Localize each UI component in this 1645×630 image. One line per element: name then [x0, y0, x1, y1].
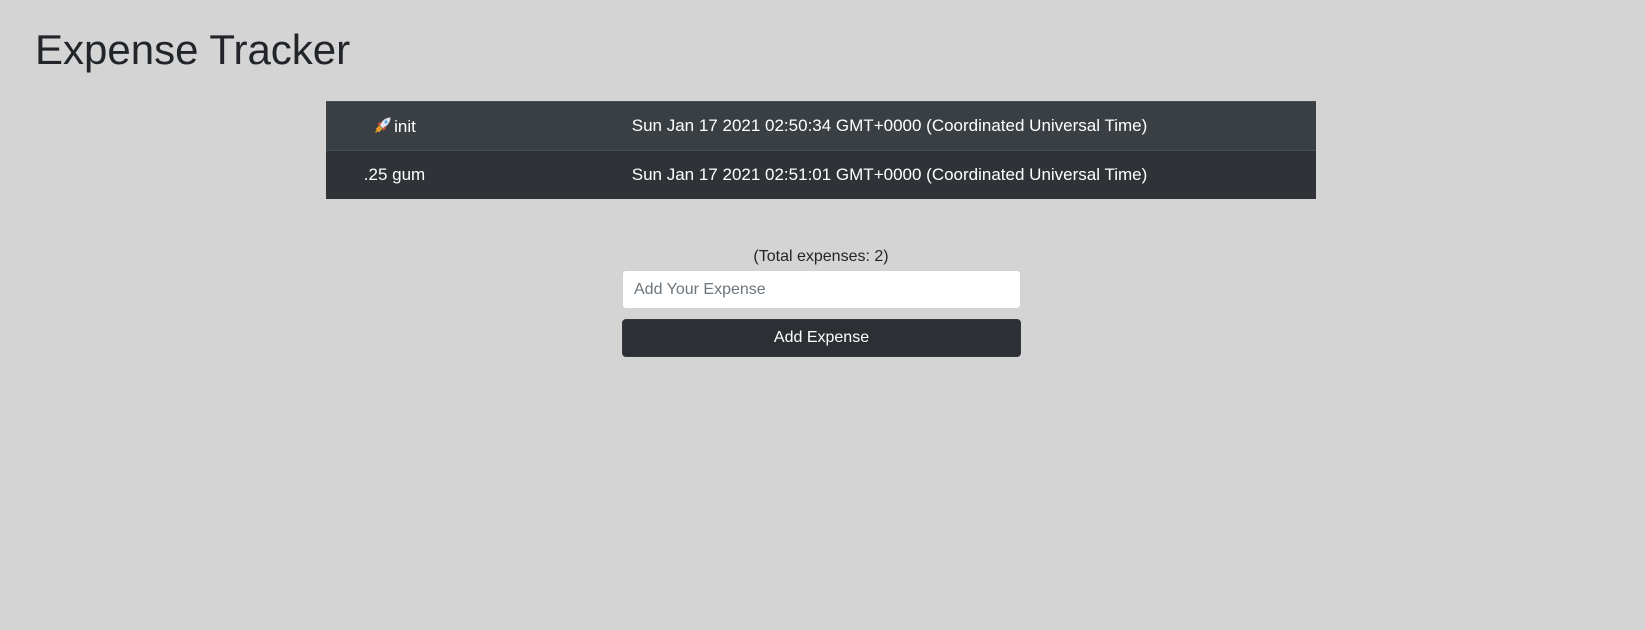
- expense-date: Sun Jan 17 2021 02:50:34 GMT+0000 (Coord…: [463, 101, 1316, 151]
- expense-name-cell: init: [326, 101, 463, 151]
- expense-input[interactable]: [622, 270, 1021, 309]
- table-row: init Sun Jan 17 2021 02:50:34 GMT+0000 (…: [326, 101, 1316, 151]
- table-row: .25 gum Sun Jan 17 2021 02:51:01 GMT+000…: [326, 150, 1316, 199]
- expense-date: Sun Jan 17 2021 02:51:01 GMT+0000 (Coord…: [463, 150, 1316, 199]
- expense-table: init Sun Jan 17 2021 02:50:34 GMT+0000 (…: [326, 101, 1316, 199]
- total-expenses-count: (Total expenses: 2): [753, 248, 889, 265]
- rocket-icon: [375, 117, 391, 133]
- page-title: Expense Tracker: [35, 26, 351, 73]
- add-expense-button[interactable]: Add Expense: [622, 319, 1021, 357]
- expense-name-cell: .25 gum: [326, 150, 463, 199]
- expense-name: init: [394, 117, 416, 136]
- expense-name: .25 gum: [363, 165, 426, 184]
